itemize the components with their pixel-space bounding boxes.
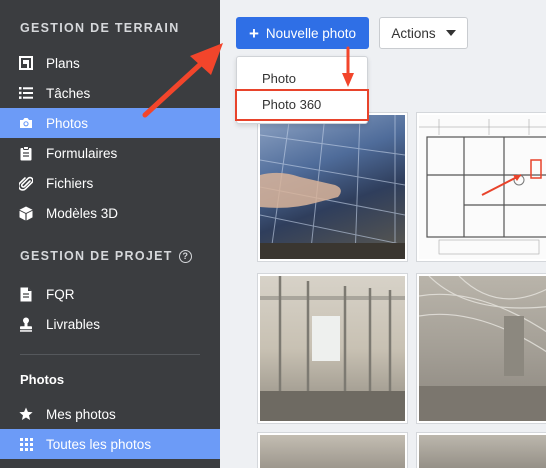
- main-content: + Nouvelle photo Actions Photo Photo 360: [220, 0, 546, 468]
- sidebar-item-mes-photos[interactable]: Mes photos: [0, 399, 220, 429]
- sidebar-item-label: Fichiers: [46, 175, 94, 191]
- sidebar: GESTION DE TERRAIN Plans Tâches Photos F…: [0, 0, 220, 468]
- new-photo-button[interactable]: + Nouvelle photo: [236, 17, 369, 49]
- sidebar-item-plans[interactable]: Plans: [0, 48, 220, 78]
- sidebar-item-label: FQR: [46, 286, 75, 302]
- sidebar-item-livrables[interactable]: Livrables: [0, 309, 220, 339]
- document-icon: [18, 286, 34, 302]
- photo-image: [419, 276, 546, 421]
- plus-icon: +: [248, 23, 259, 43]
- sidebar-divider: [20, 354, 200, 355]
- photo-image: [260, 115, 405, 259]
- photo-thumbnail[interactable]: [257, 112, 408, 262]
- actions-label: Actions: [391, 25, 436, 41]
- plans-icon: [18, 55, 34, 71]
- sidebar-item-label: Livrables: [46, 316, 101, 332]
- photo-thumbnail[interactable]: [416, 273, 546, 424]
- sidebar-item-fichiers[interactable]: Fichiers: [0, 168, 220, 198]
- sidebar-item-label: Mes photos: [46, 406, 116, 422]
- clipboard-icon: [18, 145, 34, 161]
- list-icon: [18, 85, 34, 101]
- sidebar-item-taches[interactable]: Tâches: [0, 78, 220, 108]
- floor-plan-image: [419, 115, 546, 259]
- actions-button[interactable]: Actions: [379, 17, 468, 49]
- paperclip-icon: [18, 175, 34, 191]
- sidebar-item-label: Formulaires: [46, 145, 118, 161]
- grid-icon: [18, 436, 34, 452]
- photo-image: [260, 276, 405, 421]
- photo-thumbnail[interactable]: [416, 112, 546, 262]
- section-title-field: GESTION DE TERRAIN: [20, 21, 180, 35]
- caret-down-icon: [445, 30, 456, 36]
- camera-icon: [18, 115, 34, 131]
- sidebar-item-photos[interactable]: Photos: [0, 108, 220, 138]
- section-title-text: GESTION DE PROJET: [20, 249, 173, 263]
- photo-thumbnail[interactable]: [416, 432, 546, 468]
- section-title-projet: GESTION DE PROJET ?: [0, 248, 192, 264]
- menu-item-photo[interactable]: Photo: [237, 65, 367, 91]
- photo-thumbnail[interactable]: [257, 432, 408, 468]
- sidebar-item-label: Plans: [46, 55, 80, 71]
- sidebar-item-label: Photos: [46, 115, 89, 131]
- sidebar-item-modeles-3d[interactable]: Modèles 3D: [0, 198, 220, 228]
- annotation-highlight-box: [235, 89, 369, 121]
- photos-subsection-title: Photos: [20, 372, 65, 387]
- photo-image: [419, 435, 546, 468]
- sidebar-item-formulaires[interactable]: Formulaires: [0, 138, 220, 168]
- photo-image: [260, 435, 405, 468]
- help-icon[interactable]: ?: [178, 249, 192, 263]
- cube-icon: [18, 205, 34, 221]
- sidebar-item-label: Toutes les photos: [46, 436, 152, 452]
- stamp-icon: [18, 316, 34, 332]
- photo-thumbnail[interactable]: [257, 273, 408, 424]
- star-icon: [18, 406, 34, 422]
- sidebar-item-label: Tâches: [46, 85, 91, 101]
- sidebar-item-toutes-les-photos[interactable]: Toutes les photos: [0, 429, 220, 459]
- new-photo-label: Nouvelle photo: [265, 25, 356, 41]
- sidebar-item-label: Modèles 3D: [46, 205, 119, 221]
- sidebar-item-fqr[interactable]: FQR: [0, 279, 220, 309]
